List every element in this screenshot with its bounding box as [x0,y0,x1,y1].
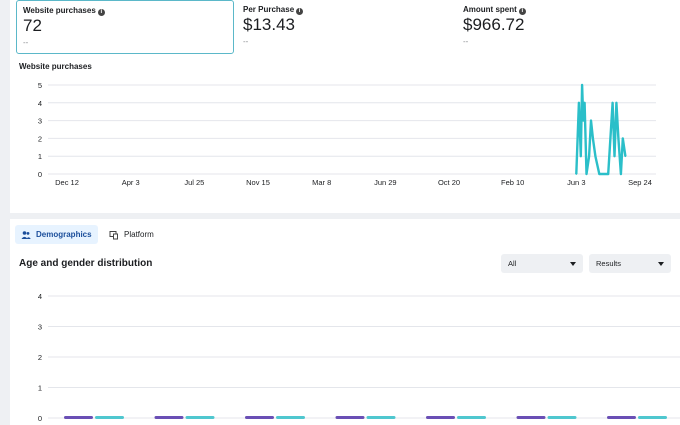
bar [457,416,486,419]
devices-icon [109,230,118,239]
y-tick-label: 5 [38,81,42,90]
purchases-line-chart: 0 1 2 3 4 5 Dec 12 Apr 3 Jul 25 Nov 15 Mar 8 Jun 29… [38,81,656,187]
x-tick-label: Apr 3 [122,178,140,187]
y-tick-label: 3 [38,323,42,332]
x-tick-label: Oct 20 [438,178,460,187]
chevron-down-icon [658,261,664,266]
bar [638,416,667,419]
x-tick-label: Nov 15 [246,178,270,187]
data-point [617,137,620,140]
metric-value: 72 [23,16,42,35]
bar [276,416,305,419]
info-icon[interactable]: i [518,8,526,15]
people-icon [21,230,31,239]
x-tick-label: Jun 29 [374,178,397,187]
y-tick-label: 1 [38,384,42,393]
data-point [591,137,594,140]
x-tick-label: Sep 24 [628,178,652,187]
tab-demographics[interactable]: Demographics [15,225,98,244]
metric-delta: -- [23,38,29,47]
y-tick-label: 3 [38,117,42,126]
purchases-chart-title: Website purchases [19,62,92,71]
bar [426,416,455,419]
data-point [594,155,597,158]
bar [154,416,184,419]
tab-label: Platform [124,230,154,239]
metric-value: $13.43 [243,15,295,34]
y-tick-label: 2 [38,134,42,143]
data-point [621,137,624,140]
bar [185,416,215,419]
bar [95,416,124,419]
data-point [590,119,592,122]
data-point [577,101,580,104]
metric-label: Per Purchase i [243,5,304,15]
bar [547,416,577,419]
series-line [575,83,627,176]
dropdown-label: Results [596,259,622,268]
data-point [585,173,588,175]
data-point [575,173,578,175]
data-point [603,173,606,175]
info-icon[interactable]: i [296,8,304,15]
x-tick-label: Dec 12 [55,178,79,187]
chevron-down-icon [570,261,576,266]
metric-label: Website purchases i [23,6,105,16]
x-tick-label: Jul 25 [184,178,204,187]
metric-website-purchases[interactable]: Website purchases i 72 -- [16,0,234,54]
x-tick-label: Feb 10 [501,178,524,187]
data-point [581,84,583,86]
bar [245,416,274,419]
bar [607,416,636,419]
bar [366,416,396,419]
age-gender-title: Age and gender distribution [19,258,153,269]
bar [335,416,365,419]
y-tick-label: 4 [38,292,42,301]
data-point [613,155,616,158]
demographics-card: Demographics Platform Age and gender dis… [10,219,680,425]
data-point [624,155,627,158]
dropdown-label: All [508,259,517,268]
data-point [607,173,610,175]
x-tick-label: Mar 8 [312,178,331,187]
data-point [583,101,586,104]
filter-all-dropdown[interactable]: All [501,254,583,273]
info-icon[interactable]: i [97,9,105,16]
data-point [579,155,582,158]
filter-results-dropdown[interactable]: Results [589,254,671,273]
age-gender-bar-chart: 0123413-1718-2425-3435-4445-5455-6465+ [38,292,680,425]
y-tick-label: 1 [38,152,42,161]
y-tick-label: 0 [38,414,42,423]
metric-label: Amount spent i [463,5,526,15]
metric-value: $966.72 [463,15,525,34]
metric-delta: -- [463,37,469,46]
data-point [582,119,585,122]
y-tick-label: 2 [38,353,42,362]
x-tick-label: Jun 3 [567,178,585,187]
data-point [598,173,601,175]
metric-per-purchase[interactable]: Per Purchase i $13.43 -- [237,0,453,52]
metric-amount-spent[interactable]: Amount spent i $966.72 -- [457,0,673,52]
data-point [588,155,590,158]
y-tick-label: 4 [38,99,42,108]
bar [516,416,546,419]
tab-platform[interactable]: Platform [103,225,160,244]
data-point [615,101,618,104]
metric-delta: -- [243,37,249,46]
tab-label: Demographics [36,230,92,239]
data-point [620,173,622,175]
bar [64,416,93,419]
y-tick-label: 0 [38,170,42,179]
summary-card: Website purchases i 72 -- Per Purchase i $… [10,0,680,213]
data-point [611,101,614,104]
